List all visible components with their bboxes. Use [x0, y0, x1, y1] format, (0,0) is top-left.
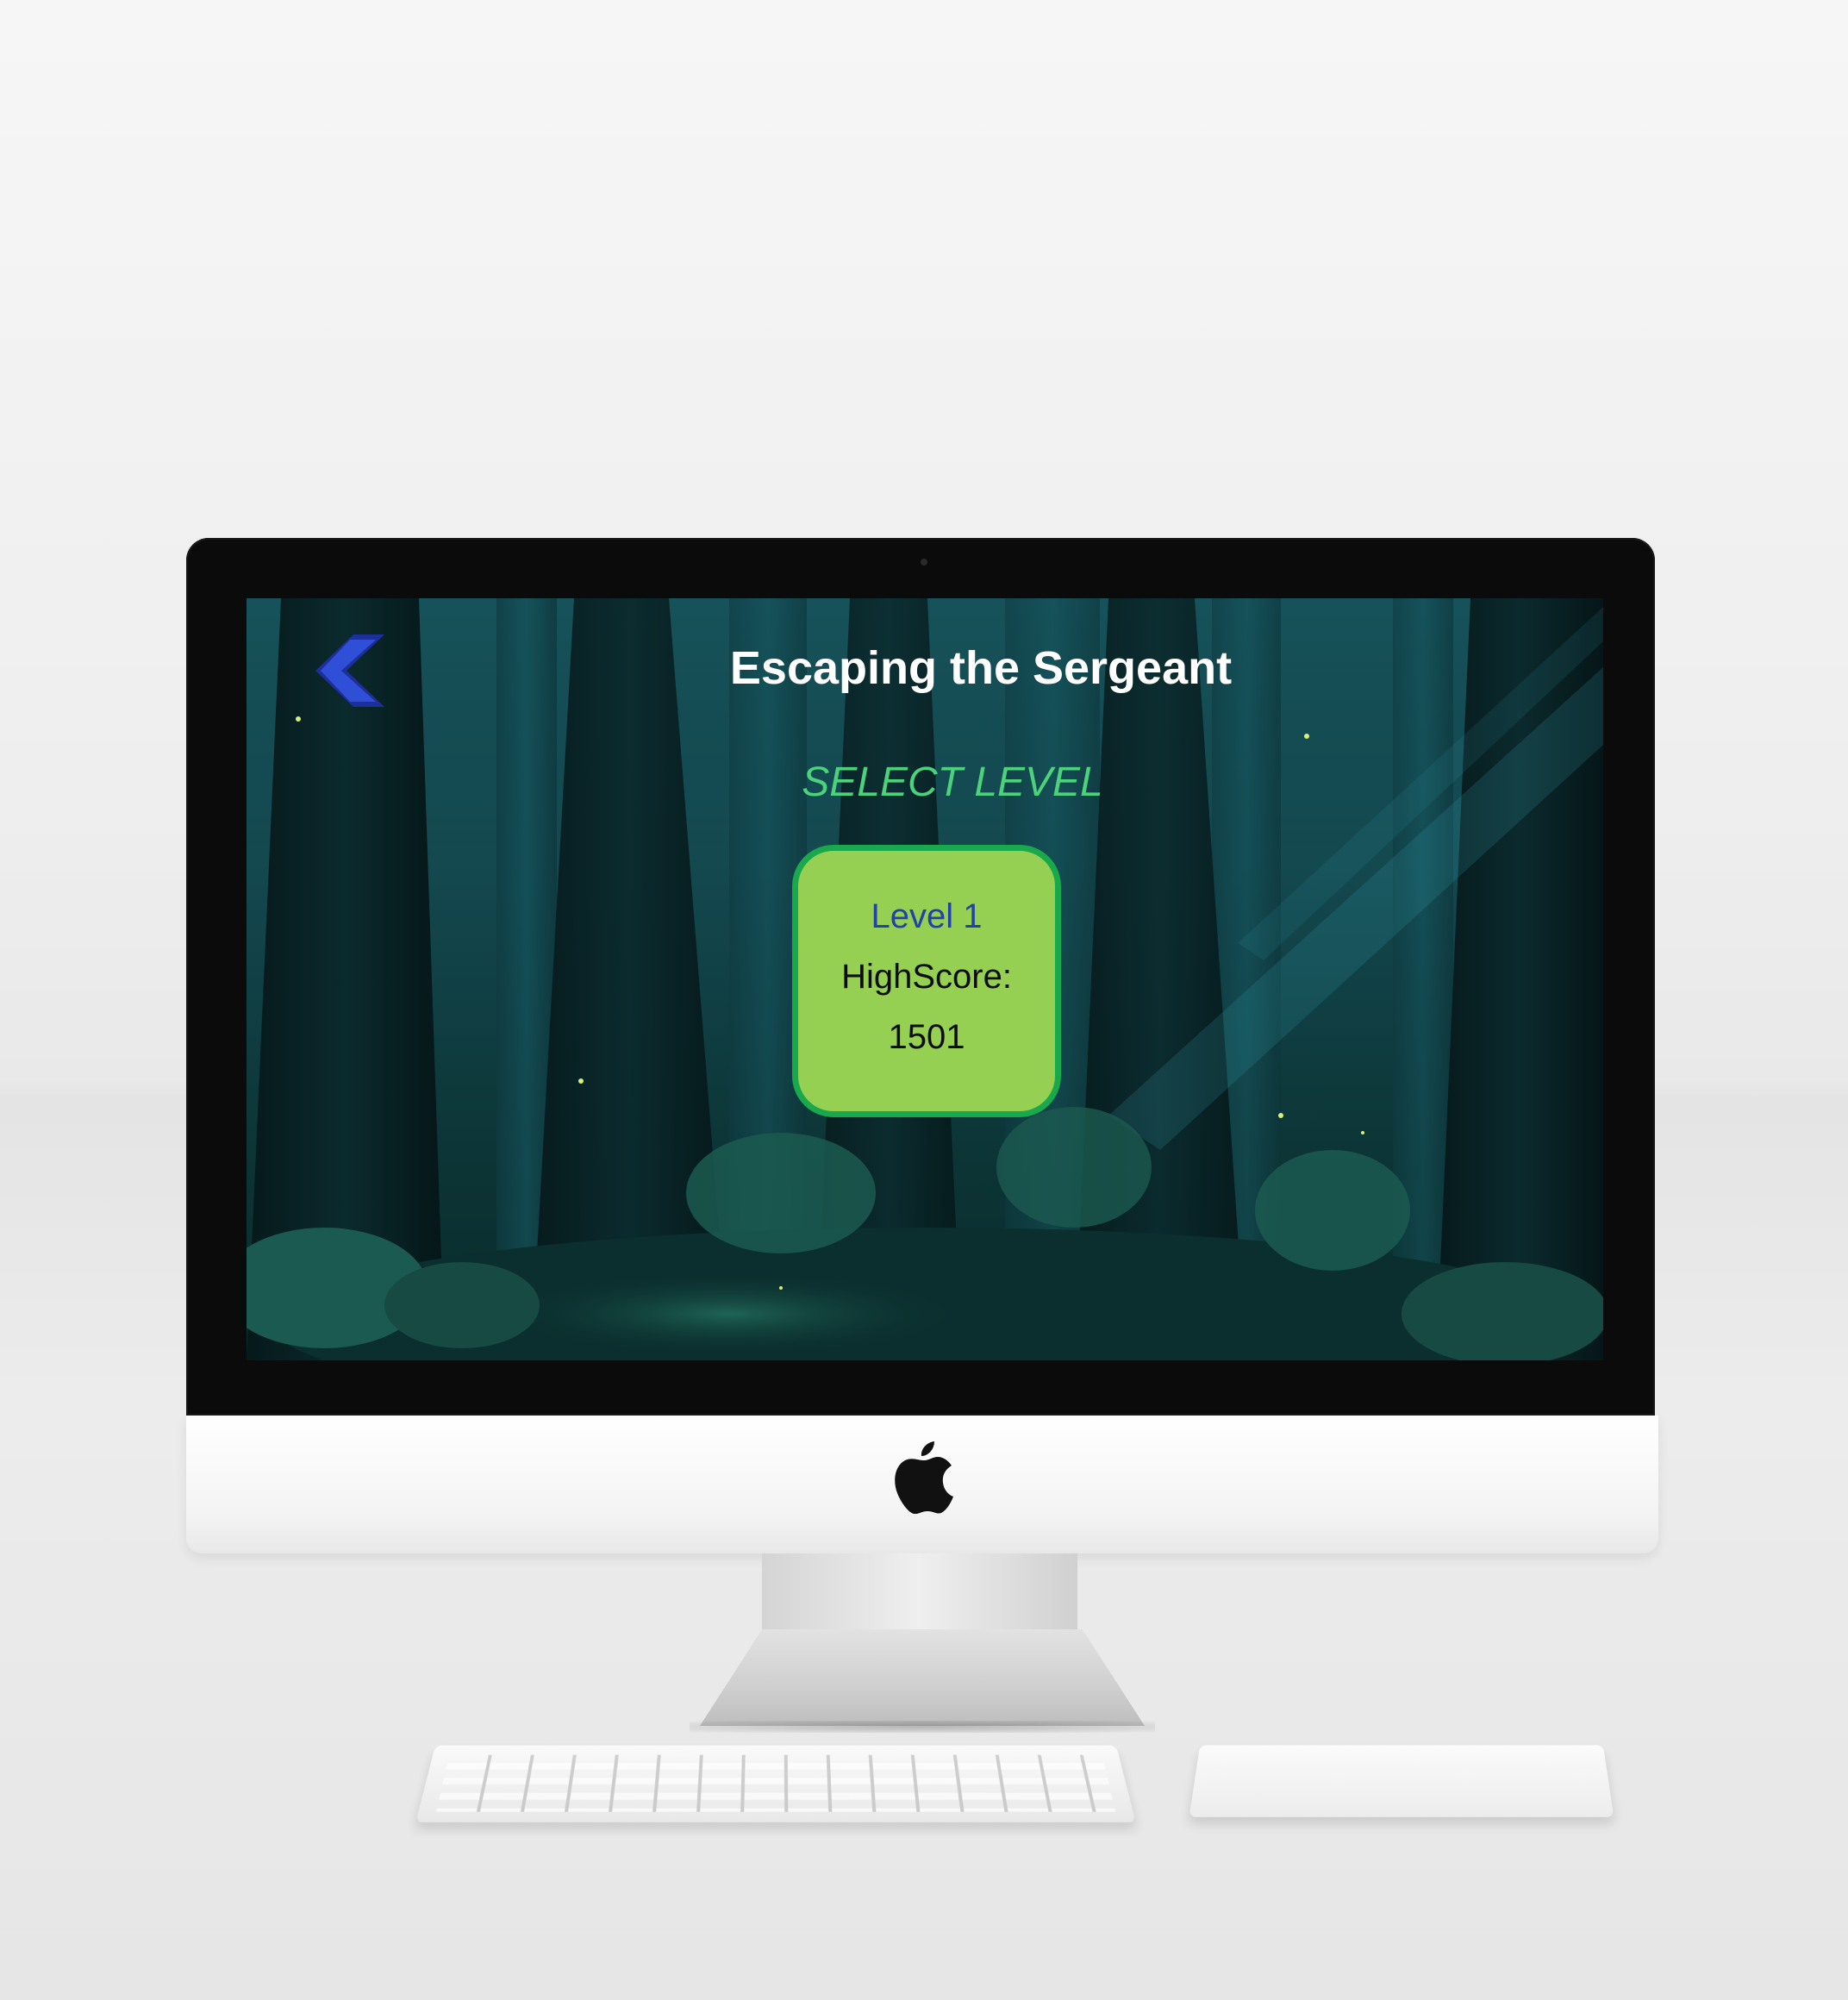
level-card-1[interactable]: Level 1 HighScore: 1501	[792, 845, 1061, 1117]
select-level-heading: SELECT LEVEL	[247, 759, 1603, 806]
camera-icon	[921, 559, 927, 566]
apple-logo-icon	[895, 1441, 953, 1514]
game-screen: Escaping the Sergeant SELECT LEVEL Level…	[247, 598, 1603, 1360]
highscore-value: 1501	[798, 1018, 1055, 1057]
stand-shadow	[690, 1721, 1155, 1733]
game-title: Escaping the Sergeant	[247, 641, 1603, 695]
keyboard	[415, 1746, 1135, 1822]
monitor-stand-base	[700, 1629, 1145, 1726]
monitor-stand-neck	[762, 1553, 1077, 1640]
level-name: Level 1	[798, 897, 1055, 936]
keyboard-keys	[436, 1755, 1115, 1812]
highscore-label: HighScore:	[798, 958, 1055, 997]
trackpad	[1189, 1745, 1614, 1817]
